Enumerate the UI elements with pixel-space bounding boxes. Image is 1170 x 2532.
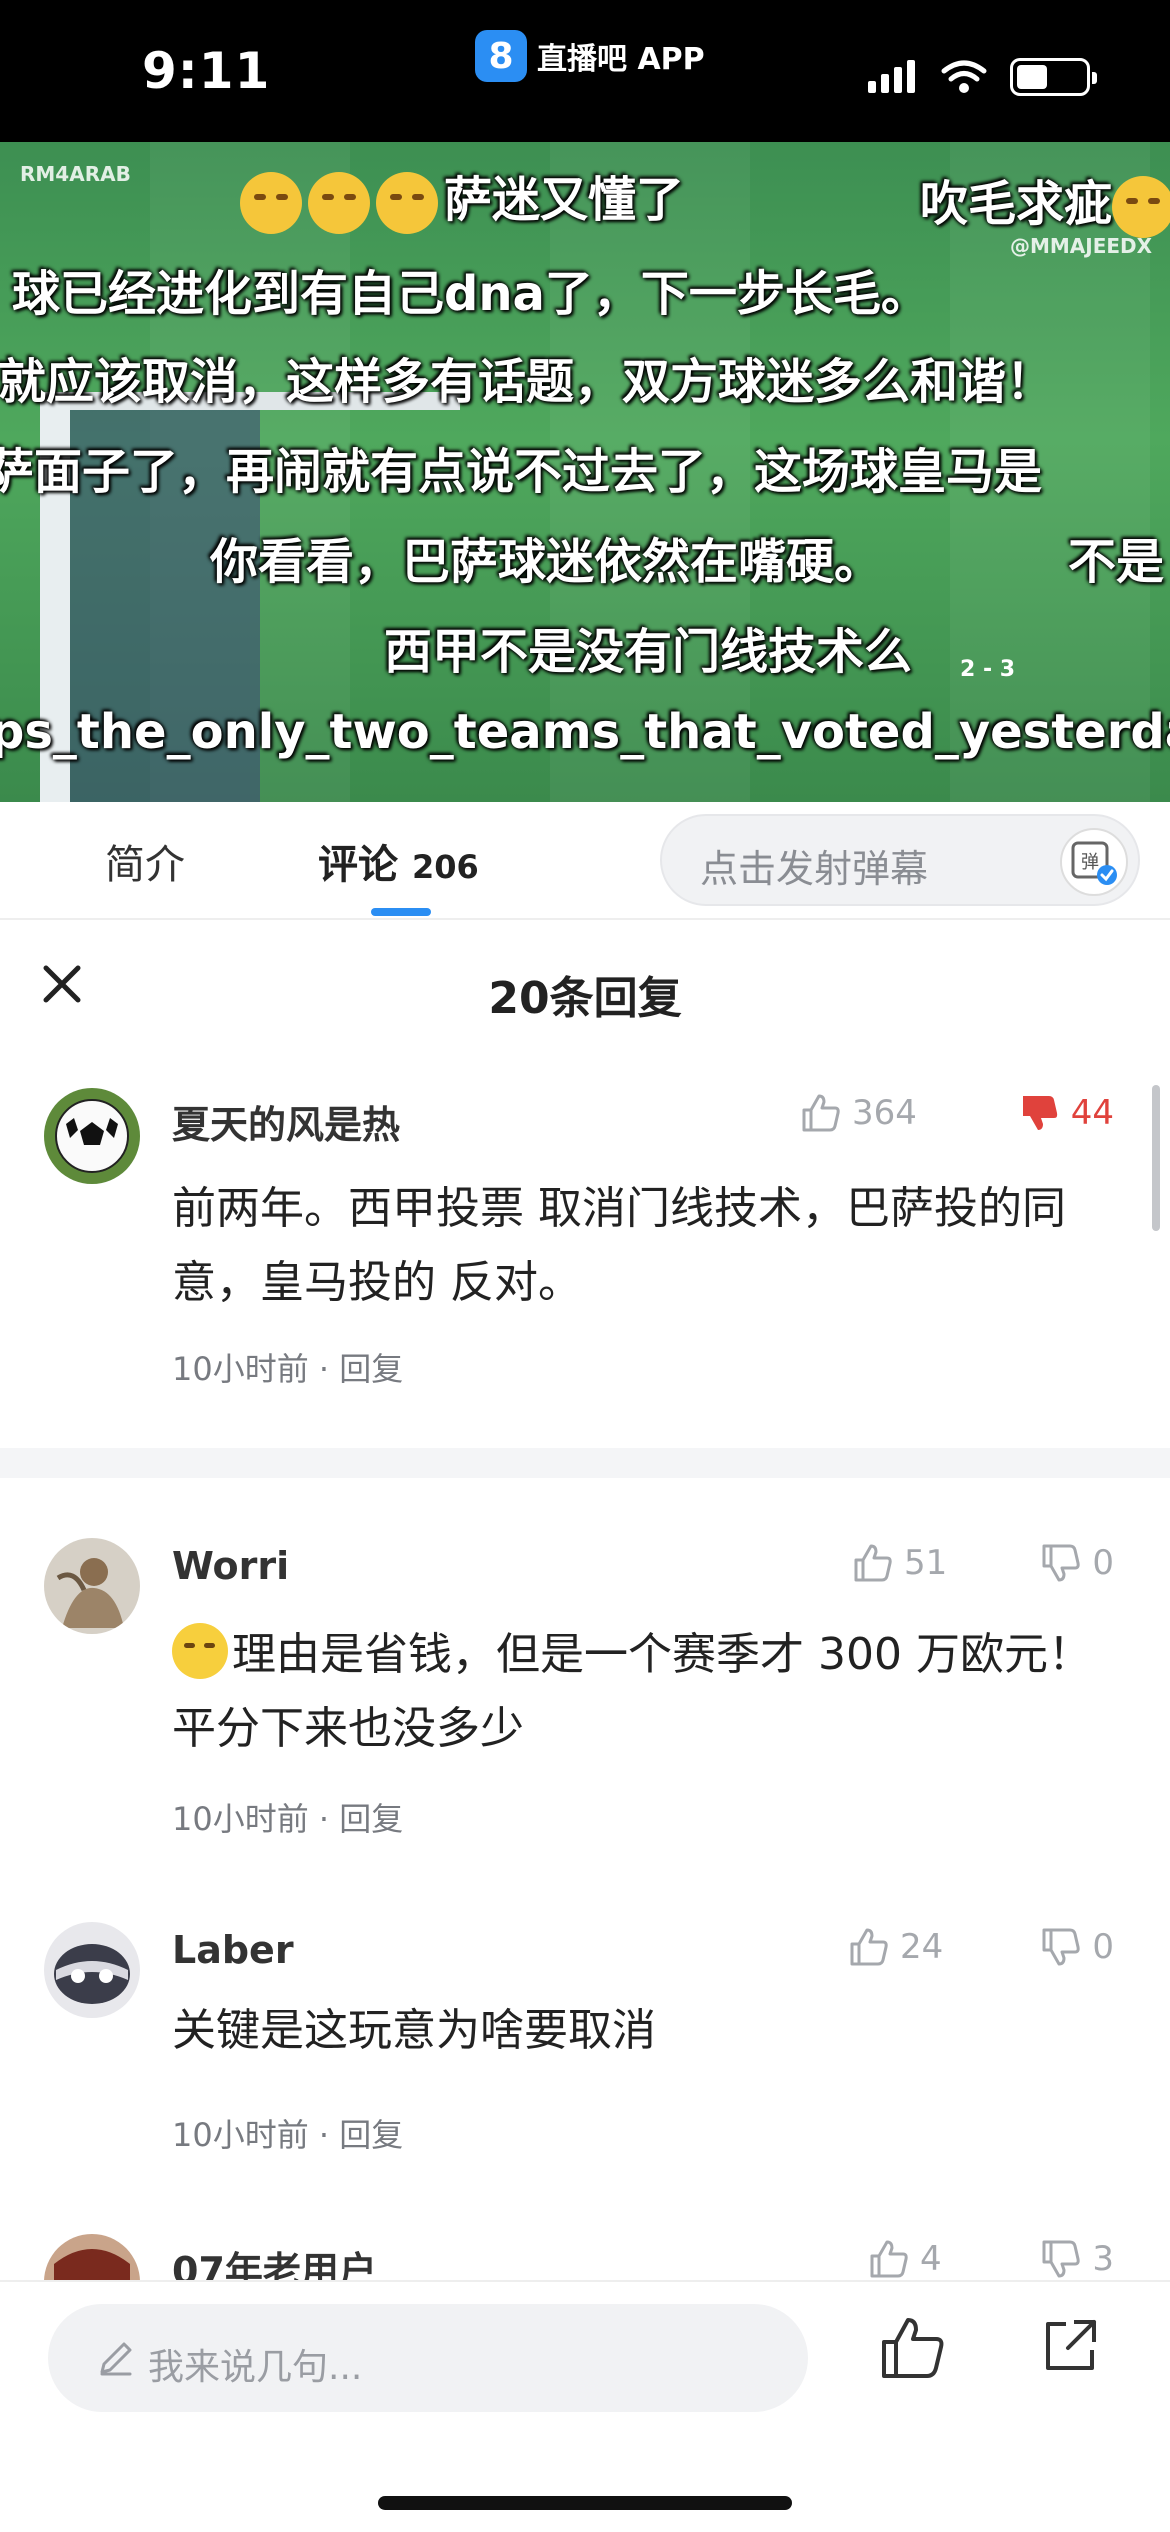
dislike-button[interactable]: 0 (1040, 1926, 1114, 1968)
emoji-icon (1112, 176, 1170, 238)
tab-comments[interactable]: 评论 206 (318, 832, 479, 890)
dislike-count: 0 (1092, 1927, 1114, 1967)
thumbs-up-icon (850, 1928, 888, 1966)
share-icon[interactable] (1040, 2316, 1100, 2376)
username[interactable]: 夏天的风是热 (172, 1094, 400, 1149)
avatar[interactable] (44, 1922, 140, 2018)
thumbs-down-icon (1042, 2240, 1081, 2278)
comment-item: Worri 51 0 理由是省钱，但是一个赛季才 300 万欧元！平分下来也没多… (0, 1538, 1170, 1838)
danmaku-input[interactable]: 点击发射弹幕 弹 (660, 814, 1140, 906)
thumbs-up-icon[interactable] (880, 2316, 946, 2380)
wifi-icon (941, 60, 987, 93)
active-tab-indicator (371, 908, 431, 916)
dislike-button[interactable]: 3 (1040, 2238, 1114, 2280)
danmaku-line: 球已经进化到有自己dna了，下一步长毛。 (12, 266, 929, 322)
username[interactable]: Worri (172, 1544, 289, 1588)
danmaku-line: 不是 (1068, 534, 1165, 590)
thumbs-up-icon (802, 1094, 840, 1132)
comment-time: 10小时前 (172, 1800, 309, 1838)
username[interactable]: Laber (172, 1928, 294, 1972)
status-time: 9:11 (142, 42, 271, 100)
like-count: 4 (920, 2239, 942, 2279)
comment-meta: 10小时前 · 回复 (172, 1350, 404, 1388)
emoji-icon (240, 172, 302, 234)
pencil-icon (100, 2342, 132, 2376)
comment-time: 10小时前 (172, 1350, 309, 1388)
comment-text: 理由是省钱，但是一个赛季才 300 万欧元！平分下来也没多少 (172, 1618, 1132, 1766)
comment-item: Laber 24 0 关键是这玩意为啥要取消 10小时前 · 回复 (0, 1922, 1170, 2162)
dislike-count: 3 (1092, 2239, 1114, 2279)
avatar[interactable] (44, 1538, 140, 1634)
danmaku-line: 西甲不是没有门线技术么 (384, 624, 913, 680)
thumbs-down-filled-icon (1022, 1096, 1057, 1130)
danmaku-line: 吹毛求疵 (920, 164, 1170, 238)
reply-link[interactable]: 回复 (339, 1350, 403, 1388)
comment-text: 关键是这玩意为啥要取消 (172, 2005, 656, 2056)
status-app-indicator[interactable]: 8 直播吧 APP (475, 30, 705, 82)
danmaku-line: 就应该取消，这样多有话题，双方球迷多么和谐！ (0, 354, 1055, 410)
avatar[interactable] (44, 1088, 140, 1184)
app-name: 直播吧 APP (537, 42, 705, 77)
emoji-icon (308, 172, 370, 234)
thumbs-down-icon (1042, 1544, 1081, 1582)
battery-icon (1010, 58, 1097, 96)
like-button[interactable]: 4 (868, 2238, 942, 2280)
like-button[interactable]: 364 (800, 1092, 917, 1134)
dislike-button[interactable]: 0 (1040, 1542, 1114, 1584)
emoji-icon (376, 172, 438, 234)
comment-item: 夏天的风是热 364 44 前两年。西甲投票 取消门线技术，巴萨投的同意，皇马投… (0, 1088, 1170, 1418)
danmaku-line: ps_the_only_two_teams_that_voted_yesterd… (0, 704, 1170, 760)
danmaku-line: 萨面子了，再闹就有点说不过去了，这场球皇马是 (0, 444, 1043, 500)
danmaku-icon: 弹 (1071, 841, 1117, 885)
danmaku-line: 你看看，巴萨球迷依然在嘴硬。 (210, 534, 883, 590)
thumbs-up-icon (854, 1544, 892, 1582)
comment-item: 07年老用户 4 3 (0, 2234, 1170, 2280)
comment-input-placeholder: 我来说几句... (148, 2347, 363, 2388)
cellular-signal-icon (868, 60, 915, 93)
dislike-count: 44 (1070, 1093, 1114, 1133)
tab-bar: 简介 评论 206 点击发射弹幕 弹 (0, 802, 1170, 920)
tab-comments-label: 评论 (318, 842, 398, 888)
thumbs-up-icon (870, 2240, 908, 2278)
reply-link[interactable]: 回复 (339, 1800, 403, 1838)
home-indicator[interactable] (378, 2496, 792, 2510)
smile-emoji-icon (172, 1623, 228, 1679)
tab-intro[interactable]: 简介 (105, 832, 185, 890)
watermark-left: RM4ARAB (20, 162, 131, 186)
video-player[interactable]: RM4ARAB @MMAJEEDX 2 - 3 萨迷又懂了 吹毛求疵 球已经进化… (0, 142, 1170, 802)
reply-link[interactable]: 回复 (339, 2116, 403, 2154)
comment-text: 前两年。西甲投票 取消门线技术，巴萨投的同意，皇马投的 反对。 (172, 1183, 1066, 1308)
dislike-button[interactable]: 44 (1019, 1092, 1114, 1134)
avatar[interactable] (44, 2234, 140, 2280)
like-button[interactable]: 51 (852, 1542, 947, 1584)
app-logo-icon: 8 (475, 30, 527, 82)
danmaku-placeholder: 点击发射弹幕 (700, 847, 929, 891)
replies-title: 20条回复 (488, 973, 682, 1024)
danmaku-line: 萨迷又懂了 (240, 160, 684, 234)
thumbs-down-icon (1042, 1928, 1081, 1966)
status-bar: 9:11 8 直播吧 APP (0, 0, 1170, 142)
danmaku-toggle-button[interactable]: 弹 (1060, 828, 1128, 896)
comment-input[interactable]: 我来说几句... (48, 2304, 808, 2412)
status-icons (866, 58, 1097, 96)
username[interactable]: 07年老用户 (172, 2240, 377, 2280)
bottom-bar: 我来说几句... (0, 2280, 1170, 2532)
tab-comments-count: 206 (411, 848, 479, 886)
score-overlay: 2 - 3 (960, 657, 1016, 682)
comment-meta: 10小时前 · 回复 (172, 1800, 404, 1838)
like-button[interactable]: 24 (848, 1926, 943, 1968)
svg-text:弹: 弹 (1081, 852, 1099, 873)
like-count: 51 (904, 1543, 948, 1583)
comment-time: 10小时前 (172, 2116, 309, 2154)
dislike-count: 0 (1092, 1543, 1114, 1583)
comment-meta: 10小时前 · 回复 (172, 2116, 404, 2154)
replies-header: 20条回复 (0, 922, 1170, 1062)
like-count: 24 (900, 1927, 944, 1967)
like-count: 364 (852, 1093, 917, 1133)
section-divider (0, 1448, 1170, 1478)
